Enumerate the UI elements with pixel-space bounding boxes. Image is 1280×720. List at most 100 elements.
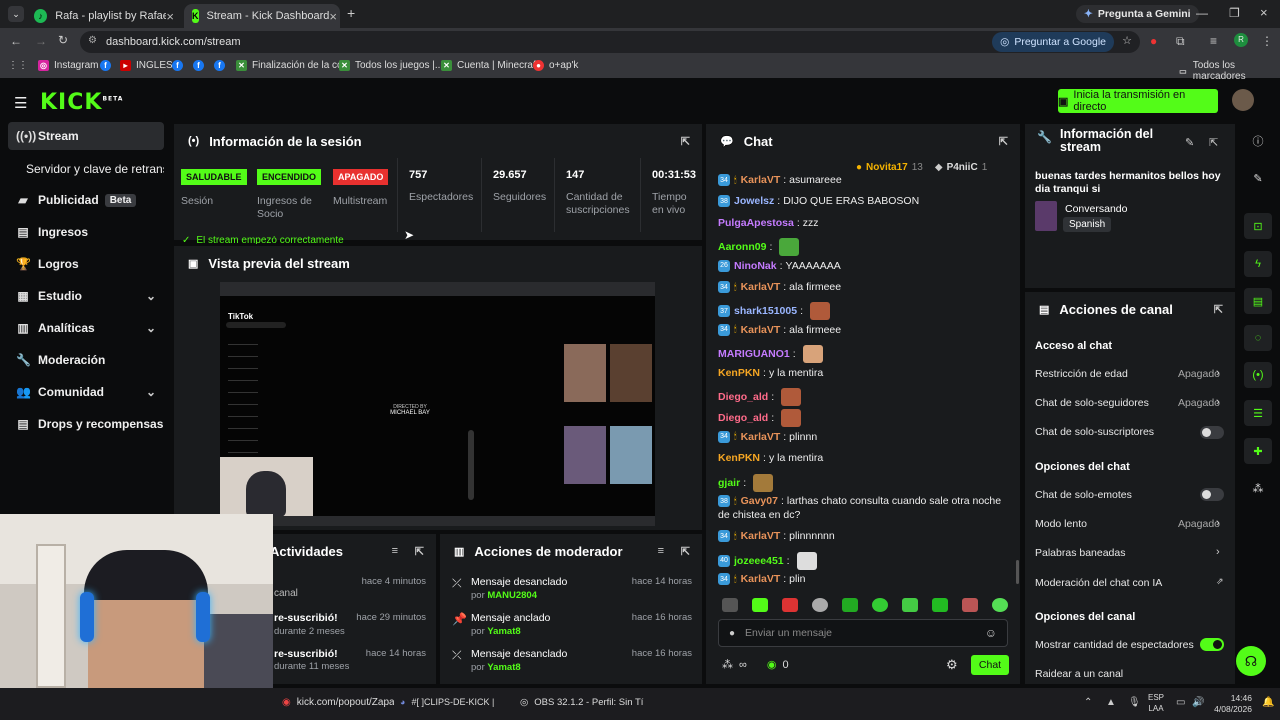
back-icon[interactable]: ← [10,34,22,48]
emote-icon[interactable] [962,598,978,612]
filter-icon[interactable]: ≡ [392,545,398,557]
chevron-right-icon[interactable]: › [1216,396,1220,408]
minimize-icon[interactable]: — [1196,6,1208,20]
chat-bubble-icon[interactable]: ◌ [1244,325,1272,351]
list-icon[interactable]: ☰ [1244,400,1272,426]
ask-google-button[interactable]: ◎ Preguntar a Google [992,32,1114,52]
gemini-button[interactable]: ✦ Pregunta a Gemini [1076,5,1199,23]
top-name[interactable]: P4niiC [947,162,978,173]
bookmark-juegos[interactable]: ✕ Todos los juegos |... [339,60,443,71]
popout-icon[interactable]: ⇱ [1214,303,1223,316]
emoji-icon[interactable]: ☺ [985,626,997,640]
chat-username[interactable]: Jowelsz [734,195,774,207]
close-icon[interactable]: × [166,9,174,24]
emote-icon[interactable] [872,598,888,612]
chat-username[interactable]: KarlaVT [741,324,781,336]
age-restriction-label[interactable]: Restricción de edad [1035,368,1128,380]
broadcast-icon[interactable]: (•) [1244,362,1272,388]
help-headset-icon[interactable]: ☊ [1236,646,1266,676]
tray-app-icon[interactable]: ▲ [1106,697,1116,708]
kick-logo[interactable]: KICKBETA [40,90,123,115]
mod-user[interactable]: Yamat8 [487,626,520,637]
all-bookmarks[interactable]: ▭ Todos los marcadores [1178,60,1280,82]
followers-only-label[interactable]: Chat de solo-seguidores [1035,397,1149,409]
tab-kick-dashboard[interactable]: K Stream - Kick Dashboard × [184,4,340,28]
chat-username[interactable]: NinoNak [734,260,777,272]
mod-user[interactable]: MANU2804 [487,590,537,601]
bookmark-facebook-2[interactable]: f [172,60,188,71]
bookmark-ingles[interactable]: ▸ INGLES [120,60,173,71]
chat-username[interactable]: PulgaApestosa [718,217,794,229]
tab-spotify[interactable]: ♪ Rafa - playlist by Rafael.xared | × [26,4,182,28]
chat-username[interactable]: KenPKN [718,452,760,464]
sidebar-item-income[interactable]: ▤ Ingresos [8,218,164,246]
sidebar-item-drops[interactable]: ▤ Drops y recompensas [8,410,164,438]
chevron-right-icon[interactable]: › [1216,367,1220,379]
menu-icon[interactable]: ⋮ [1261,34,1273,48]
lightning-icon[interactable]: ϟ [1244,251,1272,277]
sidebar-item-ads[interactable]: ▰ Publicidad Beta [8,186,164,214]
bookmark-instagram[interactable]: ◎ Instagram [38,60,98,71]
popout-icon[interactable]: ⇱ [999,135,1008,148]
top-name[interactable]: Novita17 [866,162,908,173]
chat-username[interactable]: KarlaVT [741,174,781,186]
bookmark-facebook[interactable]: f [100,60,116,71]
volume-icon[interactable]: 🔊 [1192,697,1204,708]
chat-username[interactable]: Diego_ald [718,391,768,403]
new-tab-icon[interactable]: + [347,5,355,21]
show-viewers-toggle[interactable] [1200,638,1224,651]
chat-input[interactable]: ● Enviar un mensaje ☺ [718,619,1008,647]
chat-username[interactable]: Aaronn09 [718,241,766,253]
chat-username[interactable]: shark151005 [734,305,797,317]
language-indicator[interactable]: ESP LAA [1148,692,1164,714]
emotes-only-toggle[interactable] [1200,488,1224,501]
sidebar-item-server-key[interactable]: Servidor y clave de retransmi [8,155,164,183]
chat-username[interactable]: Diego_ald [718,412,768,424]
popout-icon[interactable]: ⇱ [1209,136,1218,149]
emote-icon[interactable] [812,598,828,612]
chat-username[interactable]: KarlaVT [741,530,781,542]
emote-icon[interactable] [932,598,948,612]
maximize-icon[interactable]: ❐ [1229,6,1240,20]
subs-only-toggle[interactable] [1200,426,1224,439]
hamburger-icon[interactable]: ☰ [14,94,27,112]
taskbar-discord[interactable]: ◕ #[ ]CLIPS-DE-KICK | [400,697,510,707]
wrench-icon[interactable]: ✚ [1244,438,1272,464]
profile-avatar[interactable]: R [1234,33,1248,47]
chat-username[interactable]: KenPKN [718,367,760,379]
chat-username[interactable]: MARIGUANO1 [718,348,790,360]
emote-icon[interactable] [752,598,768,612]
chat-username[interactable]: KarlaVT [741,281,781,293]
popout-icon[interactable]: ⇱ [681,135,690,148]
extensions-puzzle-icon[interactable]: ⧉ [1176,34,1185,49]
chat-username[interactable]: gjair [718,477,740,489]
info-icon[interactable]: ⓘ [1244,128,1272,154]
bookmark-finalizacion[interactable]: ✕ Finalización de la co... [236,60,351,71]
slow-mode-label[interactable]: Modo lento [1035,518,1087,530]
reload-icon[interactable]: ↻ [58,33,68,47]
apps-icon[interactable]: ⋮⋮ [8,60,28,71]
chevron-right-icon[interactable]: › [1216,517,1220,529]
sidebar-item-analytics[interactable]: ▥ Analíticas ⌄ [8,314,164,342]
emote-icon[interactable] [782,598,798,612]
mic-icon[interactable]: 🎙 [1128,697,1141,708]
external-link-icon[interactable]: ⇗ [1216,576,1224,587]
tab-list-icon[interactable]: ⌄ [8,6,24,22]
popout-icon[interactable]: ⇱ [415,545,424,558]
site-info-icon[interactable]: ⚙ [88,35,97,46]
send-chat-button[interactable]: Chat [971,655,1009,675]
bookmark-facebook-3[interactable]: f [193,60,209,71]
emote-icon[interactable] [722,598,738,612]
star-icon[interactable]: ☆ [1122,34,1132,47]
extension-icon[interactable]: ● [1150,34,1157,48]
stream-preview-video[interactable]: TikTok DIRECTED BY MICHAEL BAY [220,282,655,526]
filter-icon[interactable]: ≡ [658,545,664,557]
chat-username[interactable]: KarlaVT [741,431,781,443]
sidebar-item-stream[interactable]: ((•)) Stream [8,122,164,150]
category-name[interactable]: Conversando [1065,203,1127,215]
settings-icon[interactable]: ⚙ [946,657,958,673]
emote-icon[interactable] [992,598,1008,612]
taskbar-obs[interactable]: ◎ OBS 32.1.2 - Perfil: Sin Tí [520,697,643,708]
emote-icon[interactable] [902,598,918,612]
emote-icon[interactable] [842,598,858,612]
